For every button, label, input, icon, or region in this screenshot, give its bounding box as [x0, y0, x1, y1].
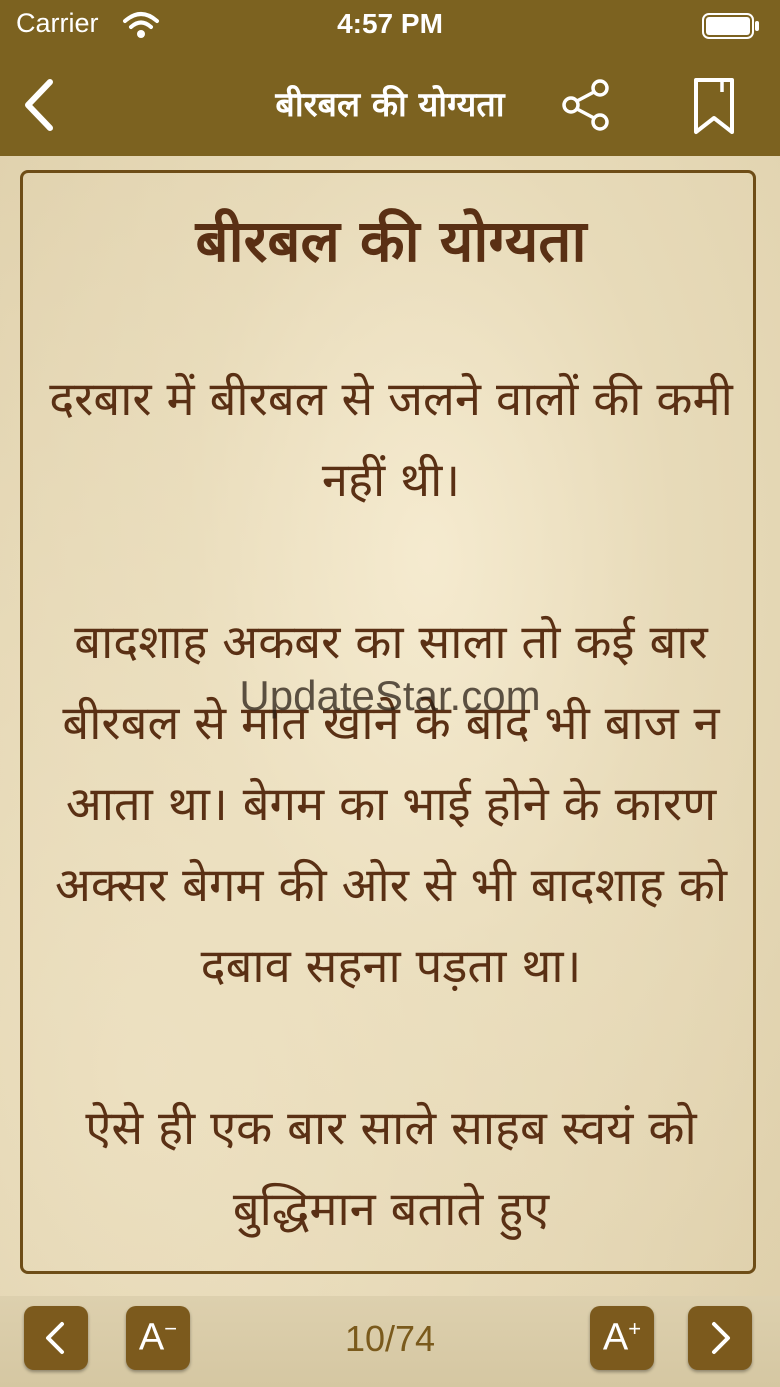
page-title: बीरबल की योग्यता [275, 85, 505, 125]
story-paragraph: बादशाह अकबर का साला तो कई बार बीरबल से म… [54, 615, 728, 994]
story-body: दरबार में बीरबल से जलने वालों की कमी नही… [33, 359, 749, 1271]
increase-font-button[interactable]: A+ [590, 1306, 654, 1370]
decrease-font-button[interactable]: A− [126, 1306, 190, 1370]
status-bar: Carrier 4:57 PM [0, 0, 780, 52]
chevron-left-icon [46, 1322, 64, 1354]
story-content-frame[interactable]: बीरबल की योग्यता दरबार में बीरबल से जलने… [20, 170, 756, 1274]
font-decrease-label: A− [138, 1316, 178, 1359]
bookmark-icon[interactable] [688, 76, 740, 136]
battery-icon [702, 13, 759, 39]
navigation-bar: बीरबल की योग्यता [0, 52, 780, 156]
bottom-toolbar: A− 10/74 A+ [0, 1296, 780, 1387]
chevron-right-icon [712, 1322, 730, 1354]
status-time: 4:57 PM [337, 8, 443, 39]
page-indicator: 10/74 [344, 1318, 436, 1359]
font-increase-label: A+ [602, 1316, 642, 1359]
story-title: बीरबल की योग्यता [195, 207, 587, 275]
story-paragraph: ऐसे ही एक बार साले साहब स्वयं को बुद्धिम… [85, 1101, 697, 1237]
chevron-left-icon[interactable] [18, 76, 62, 134]
next-page-button[interactable] [688, 1306, 752, 1370]
share-icon[interactable] [558, 78, 614, 132]
story-paragraph: दरबार में बीरबल से जलने वालों की कमी नही… [49, 372, 733, 508]
previous-page-button[interactable] [24, 1306, 88, 1370]
